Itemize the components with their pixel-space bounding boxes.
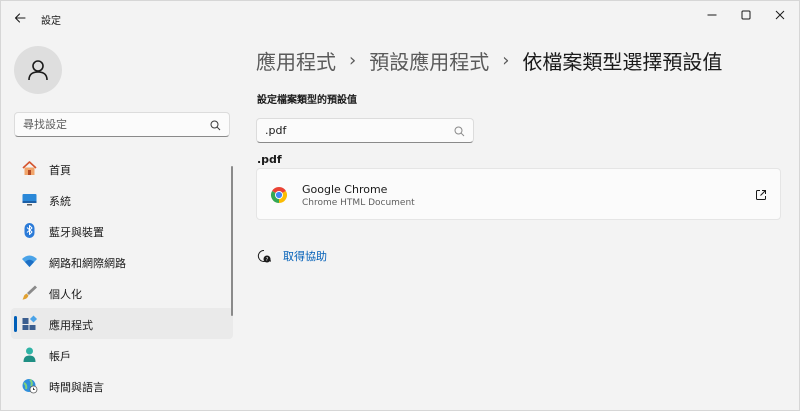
sidebar-item-apps[interactable]: 應用程式 [11,308,233,339]
sidebar-item-home[interactable]: 首頁 [11,153,233,184]
sidebar-item-network[interactable]: 網路和網際網路 [11,246,233,277]
breadcrumb: 應用程式 › 預設應用程式 › 依檔案類型選擇預設值 [256,45,722,75]
sidebar-item-label: 應用程式 [49,319,93,332]
file-type-search-box[interactable] [256,118,474,143]
sidebar-item-label: 首頁 [49,164,71,177]
help-label[interactable]: 取得協助 [283,248,327,264]
sidebar-nav: 首頁 系統 藍牙與裝置 網路和網際網路 個人化 應用程式 帳戶 時間與語言 [11,153,233,401]
help-chat-icon: ? [256,248,272,264]
sidebar-item-personalization[interactable]: 個人化 [11,277,233,308]
wifi-icon [21,253,38,270]
breadcrumb-separator: › [349,49,357,71]
open-external-icon [756,190,766,200]
title-bar: 設定 [1,1,800,35]
breadcrumb-separator: › [502,49,510,71]
maximize-button[interactable] [729,1,763,29]
breadcrumb-apps[interactable]: 應用程式 [256,46,336,75]
globe-clock-icon [21,377,38,394]
app-name: Google Chrome [302,183,388,196]
sidebar-item-label: 網路和網際網路 [49,257,126,270]
sidebar-scrollbar[interactable] [231,166,233,316]
user-icon [21,346,38,363]
get-help-link[interactable]: ? 取得協助 [256,247,327,265]
user-avatar-icon [28,60,48,81]
apps-icon [21,315,38,332]
sidebar-item-bluetooth[interactable]: 藍牙與裝置 [11,215,233,246]
search-icon-glyph [210,120,220,130]
close-icon [775,10,785,20]
sidebar-item-label: 藍牙與裝置 [49,226,104,239]
page-title: 依檔案類型選擇預設值 [522,49,723,74]
app-description: Chrome HTML Document [302,198,415,208]
sidebar-item-label: 個人化 [49,288,82,301]
sidebar-item-system[interactable]: 系統 [11,184,233,215]
close-button[interactable] [763,1,797,29]
home-icon [21,160,38,177]
minimize-icon [707,14,717,16]
default-app-card[interactable]: Google Chrome Chrome HTML Document [256,168,781,220]
section-title: 設定檔案類型的預設值 [257,95,357,106]
file-extension-heading: .pdf [257,153,282,166]
app-title: 設定 [41,16,61,27]
avatar[interactable] [14,46,62,94]
back-button[interactable] [9,7,31,29]
svg-text:?: ? [265,257,268,263]
breadcrumb-default-apps[interactable]: 預設應用程式 [369,46,489,75]
search-icon[interactable] [452,124,466,138]
active-indicator [14,316,17,332]
sidebar-item-label: 時間與語言 [49,381,104,394]
bluetooth-icon [21,222,38,239]
sidebar-item-time-language[interactable]: 時間與語言 [11,370,233,401]
search-icon-glyph [454,126,464,136]
file-type-search-input[interactable] [265,119,445,142]
brush-icon [21,284,38,301]
settings-window: 設定 尋找設定 首頁 系統 藍牙與裝置 網路和網際網路 個人化 應用程式 帳戶 … [0,0,800,411]
settings-search-input[interactable] [23,113,203,136]
maximize-icon [741,10,751,20]
sidebar-item-accounts[interactable]: 帳戶 [11,339,233,370]
arrow-left-icon [14,13,26,23]
settings-search-box[interactable] [14,112,230,137]
monitor-icon [21,191,38,208]
sidebar-item-label: 系統 [49,195,71,208]
minimize-button[interactable] [695,1,729,29]
sidebar-item-label: 帳戶 [49,350,71,363]
chrome-logo-icon [270,186,288,203]
search-icon[interactable] [208,118,222,132]
open-external-button[interactable] [754,188,768,202]
